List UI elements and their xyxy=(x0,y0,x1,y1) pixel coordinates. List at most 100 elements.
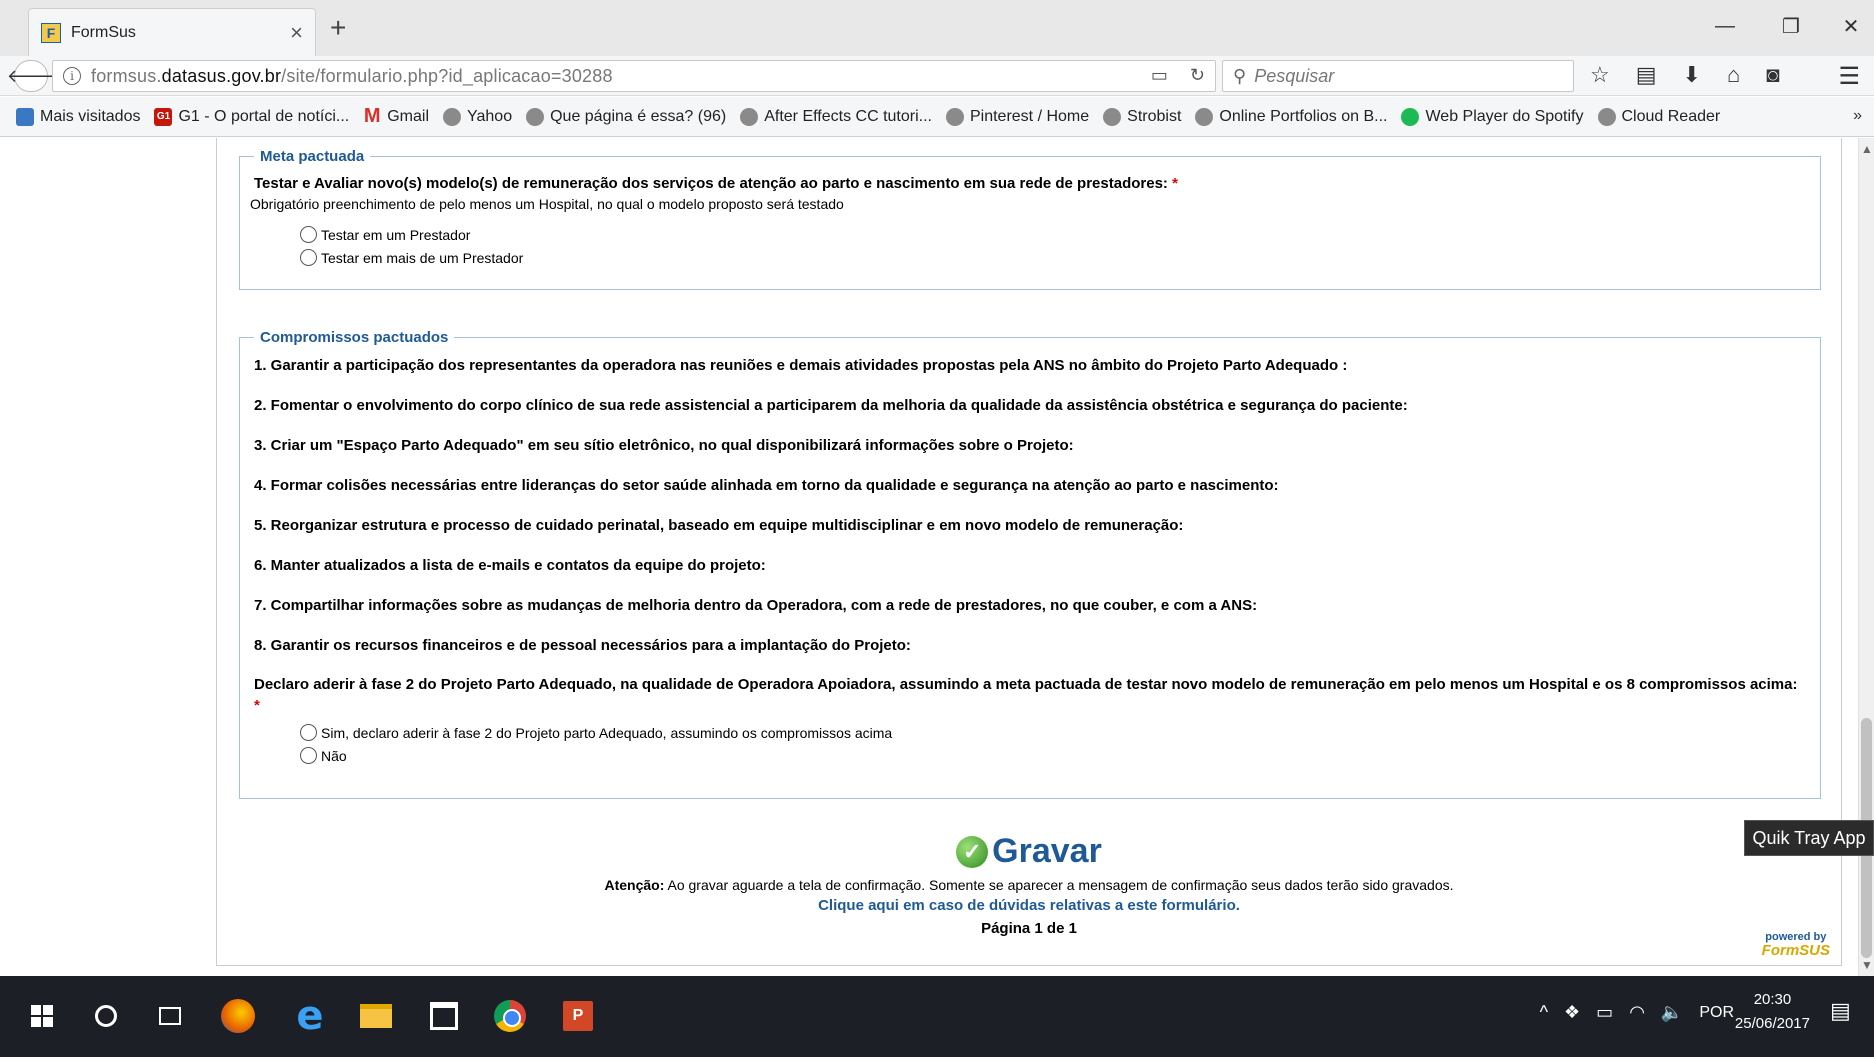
close-window-icon[interactable]: ✕ xyxy=(1826,8,1874,44)
attention-text: Ao gravar aguarde a tela de confirmação.… xyxy=(664,877,1454,893)
edge-icon[interactable]: e xyxy=(290,993,330,1039)
windows-start-icon[interactable] xyxy=(22,996,62,1036)
page-content: Meta pactuada Testar e Avaliar novo(s) m… xyxy=(0,138,1858,976)
declaration-question: Declaro aderir à fase 2 do Projeto Parto… xyxy=(250,674,1806,716)
bookmark-item[interactable]: G1 G1 - O portal de notíci... xyxy=(154,107,349,126)
help-link[interactable]: Clique aqui em caso de dúvidas relativas… xyxy=(217,897,1841,914)
bookmark-label: Pinterest / Home xyxy=(969,107,1090,125)
radio-option-um-prestador[interactable]: Testar em um Prestador xyxy=(300,226,1806,243)
commitment-item: 8. Garantir os recursos financeiros e de… xyxy=(254,637,911,654)
battery-icon[interactable]: ▭ xyxy=(1596,1002,1613,1023)
radio-button[interactable] xyxy=(300,249,317,266)
bookmark-item[interactable]: Online Portfolios on B... xyxy=(1195,107,1387,126)
bookmarks-overflow-icon[interactable]: » xyxy=(1853,107,1862,125)
meta-question-text: Testar e Avaliar novo(s) modelo(s) de re… xyxy=(254,175,1168,192)
globe-icon xyxy=(1597,107,1616,126)
radio-option-nao[interactable]: Não xyxy=(300,747,1806,764)
powered-by-logo[interactable]: powered by FormSUS xyxy=(1762,930,1830,958)
search-placeholder: Pesquisar xyxy=(1254,65,1335,86)
radio-option-mais-prestador[interactable]: Testar em mais de um Prestador xyxy=(300,249,1806,266)
spotify-icon xyxy=(1401,107,1420,126)
bookmark-item[interactable]: Strobist xyxy=(1103,107,1181,126)
gravar-button[interactable]: ✓ Gravar xyxy=(956,832,1102,871)
gravar-label: Gravar xyxy=(992,832,1102,870)
search-bar[interactable]: ⚲ Pesquisar xyxy=(1222,60,1574,92)
attention-label: Atenção: xyxy=(604,877,665,893)
powerpoint-icon[interactable]: P xyxy=(558,996,598,1036)
g1-icon: G1 xyxy=(154,107,173,126)
commitment-item: 2. Fomentar o envolvimento do corpo clín… xyxy=(254,397,1408,414)
formsus-favicon-icon: F xyxy=(41,22,61,43)
clock-date: 25/06/2017 xyxy=(1734,1015,1810,1032)
globe-icon xyxy=(740,107,759,126)
bookmark-item[interactable]: Pinterest / Home xyxy=(945,107,1090,126)
globe-icon xyxy=(1103,107,1122,126)
pocket-icon[interactable]: ◙ xyxy=(1766,62,1779,88)
bookmarks-toolbar: Mais visitados G1 G1 - O portal de notíci… xyxy=(0,97,1874,137)
dropbox-icon[interactable]: ❖ xyxy=(1564,1002,1580,1023)
firefox-icon[interactable] xyxy=(218,996,258,1036)
bookmark-item[interactable]: Yahoo xyxy=(443,107,513,126)
wifi-icon[interactable]: ◠ xyxy=(1629,1002,1645,1023)
bookmark-star-icon[interactable]: ☆ xyxy=(1590,62,1610,88)
bookmark-label: Yahoo xyxy=(467,107,513,125)
navigation-toolbar: 🡐 i formsus.datasus.gov.br/site/formular… xyxy=(0,56,1874,96)
tab-close-icon[interactable]: × xyxy=(290,20,303,46)
bookmark-item[interactable]: Cloud Reader xyxy=(1597,107,1720,126)
tooltip: Quik Tray App xyxy=(1744,820,1874,856)
url-text[interactable]: formsus.datasus.gov.br/site/formulario.p… xyxy=(91,66,613,87)
bookmark-item[interactable]: Mais visitados xyxy=(16,107,140,126)
minimize-icon[interactable]: — xyxy=(1700,8,1750,44)
new-tab-button[interactable]: + xyxy=(330,12,346,44)
radio-button[interactable] xyxy=(300,226,317,243)
scroll-down-icon[interactable]: ▼ xyxy=(1861,958,1873,972)
volume-icon[interactable]: 🔈 xyxy=(1661,1002,1683,1023)
commitment-item: 1. Garantir a participação dos represent… xyxy=(254,357,1348,374)
library-icon[interactable]: ▤ xyxy=(1636,62,1657,88)
store-icon[interactable] xyxy=(424,996,464,1036)
back-arrow-icon[interactable]: 🡐 xyxy=(7,60,55,92)
reader-view-icon[interactable]: ▭ xyxy=(1151,65,1168,86)
browser-tab[interactable]: F FormSus × xyxy=(28,8,316,56)
bookmark-item[interactable]: Web Player do Spotify xyxy=(1401,107,1584,126)
radio-button[interactable] xyxy=(300,747,317,764)
meta-hint: Obrigatório preenchimento de pelo menos … xyxy=(250,196,844,212)
browser-titlebar: F FormSus × + — ❐ ✕ xyxy=(0,0,1874,56)
formsus-brand: FormSUS xyxy=(1761,942,1830,959)
clock-time: 20:30 xyxy=(1753,991,1792,1008)
reload-icon[interactable]: ↻ xyxy=(1190,65,1205,86)
home-icon[interactable]: ⌂ xyxy=(1727,62,1740,88)
windows-taskbar: e P ^ ❖ ▭ ◠ 🔈 POR 20:30 25/06/2017 ▤ xyxy=(0,976,1874,1057)
commitment-item: 6. Manter atualizados a lista de e-mails… xyxy=(254,557,766,574)
commitment-item: 3. Criar um "Espaço Parto Adequado" em s… xyxy=(254,437,1074,454)
radio-button[interactable] xyxy=(300,724,317,741)
clock[interactable]: 20:30 25/06/2017 xyxy=(1735,988,1810,1036)
restore-icon[interactable]: ❐ xyxy=(1766,8,1816,44)
page-indicator: Página 1 de 1 xyxy=(981,920,1077,937)
meta-pactuada-legend: Meta pactuada xyxy=(260,148,365,165)
globe-icon xyxy=(443,107,462,126)
compromissos-fieldset: Compromissos pactuados 1. Garantir a par… xyxy=(239,329,1821,799)
bookmark-item[interactable]: M Gmail xyxy=(363,105,430,127)
bookmark-label: Gmail xyxy=(387,107,430,125)
url-bar[interactable]: i formsus.datasus.gov.br/site/formulario… xyxy=(52,60,1216,92)
cortana-search-icon[interactable] xyxy=(86,996,126,1036)
hamburger-menu-icon[interactable]: ☰ xyxy=(1838,62,1860,91)
chrome-icon[interactable] xyxy=(490,996,530,1036)
bookmark-label: Web Player do Spotify xyxy=(1425,107,1584,125)
task-view-icon[interactable] xyxy=(150,996,190,1036)
download-icon[interactable]: ⬇ xyxy=(1683,62,1701,88)
tray-chevron-icon[interactable]: ^ xyxy=(1540,1002,1548,1023)
scroll-up-icon[interactable]: ▲ xyxy=(1861,142,1873,156)
radio-option-sim[interactable]: Sim, declaro aderir à fase 2 do Projeto … xyxy=(300,724,1806,741)
site-info-icon[interactable]: i xyxy=(63,67,81,85)
url-path: /site/formulario.php?id_aplicacao=30288 xyxy=(281,65,613,86)
bookmark-item[interactable]: Que página é essa? (96) xyxy=(526,107,726,126)
meta-pactuada-fieldset: Meta pactuada Testar e Avaliar novo(s) m… xyxy=(239,148,1821,290)
bookmark-item[interactable]: After Effects CC tutori... xyxy=(740,107,932,126)
file-explorer-icon[interactable] xyxy=(356,996,396,1036)
globe-icon xyxy=(1195,107,1214,126)
action-center-icon[interactable]: ▤ xyxy=(1830,998,1858,1026)
commitment-item: 7. Compartilhar informações sobre as mud… xyxy=(254,597,1258,614)
language-indicator[interactable]: POR xyxy=(1699,1004,1734,1022)
